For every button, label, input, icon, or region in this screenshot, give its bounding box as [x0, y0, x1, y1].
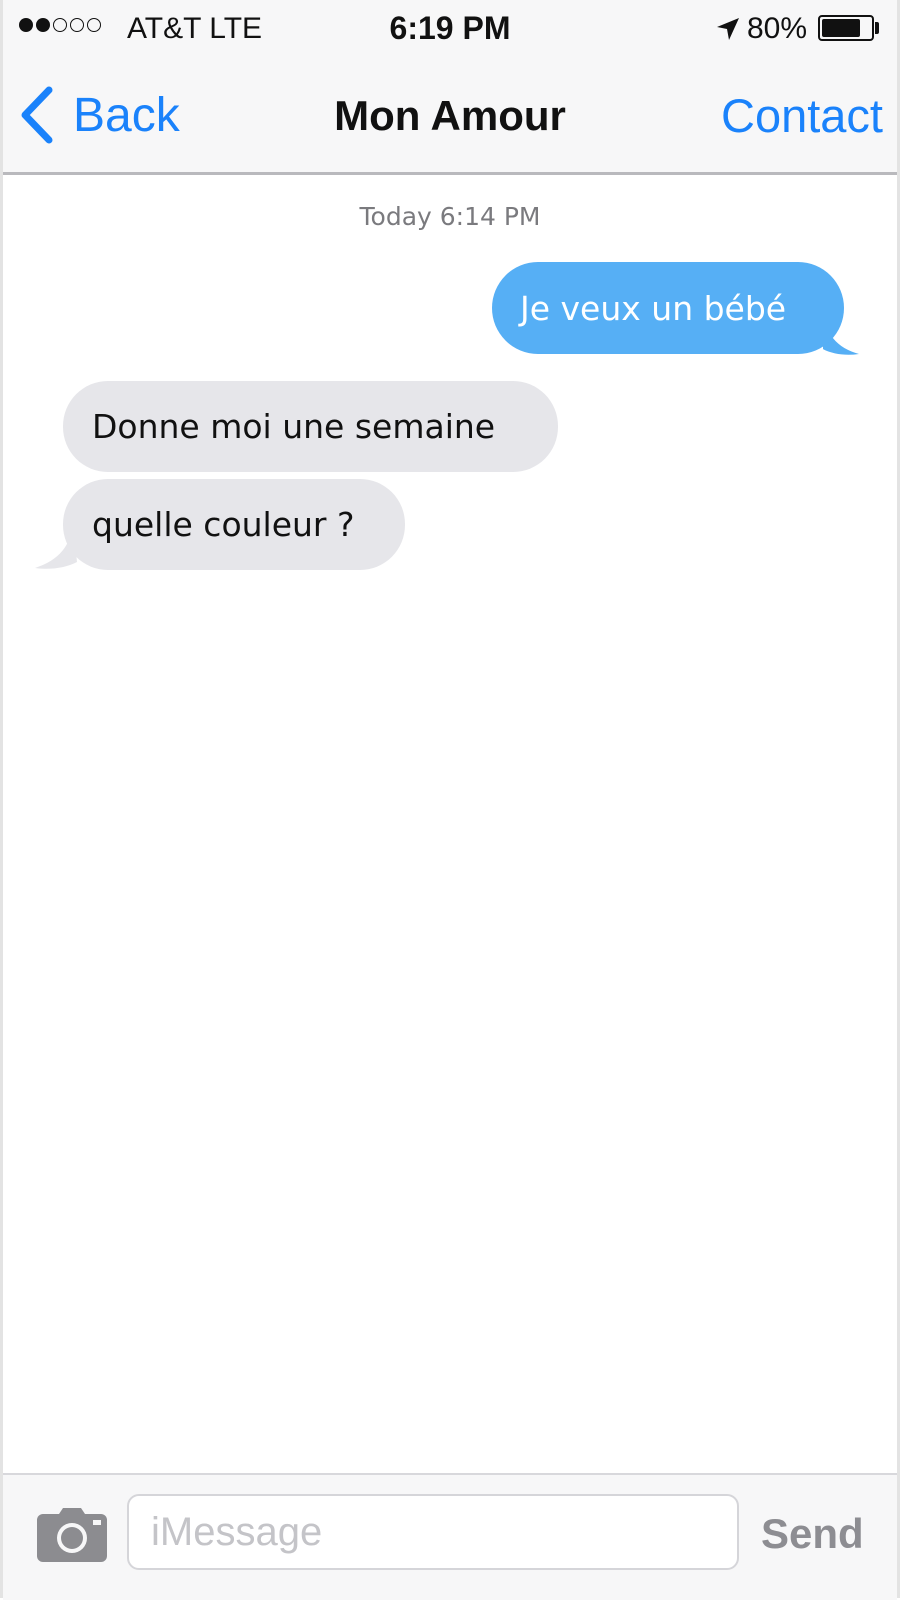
battery-level-fill [822, 19, 860, 37]
send-button[interactable]: Send [761, 1510, 864, 1558]
message-text: Je veux un bébé [520, 288, 787, 328]
battery-percent: 80% [747, 12, 808, 45]
battery-icon [818, 15, 874, 41]
contact-button[interactable]: Contact [721, 88, 883, 143]
composer-bar: iMessage Send [3, 1473, 897, 1600]
message-text: quelle couleur ? [92, 505, 355, 544]
message-bubble-sent: Je veux un bébé [492, 262, 844, 354]
message-timestamp: Today 6:14 PM [359, 202, 541, 231]
status-bar: AT&T LTE 6:19 PM 80% [3, 0, 897, 58]
navigation-bar: Back Mon Amour Contact [3, 58, 897, 175]
camera-icon[interactable] [37, 1508, 107, 1562]
location-arrow-icon [717, 18, 739, 40]
message-bubble-received: quelle couleur ? [63, 479, 405, 570]
message-bubble-received: Donne moi une semaine [63, 381, 558, 472]
message-input[interactable]: iMessage [127, 1494, 739, 1570]
message-text: Donne moi une semaine [92, 407, 496, 446]
battery-nub [875, 22, 879, 34]
messages-screen: AT&T LTE 6:19 PM 80% Back Mon Amour Cont… [0, 0, 900, 1600]
